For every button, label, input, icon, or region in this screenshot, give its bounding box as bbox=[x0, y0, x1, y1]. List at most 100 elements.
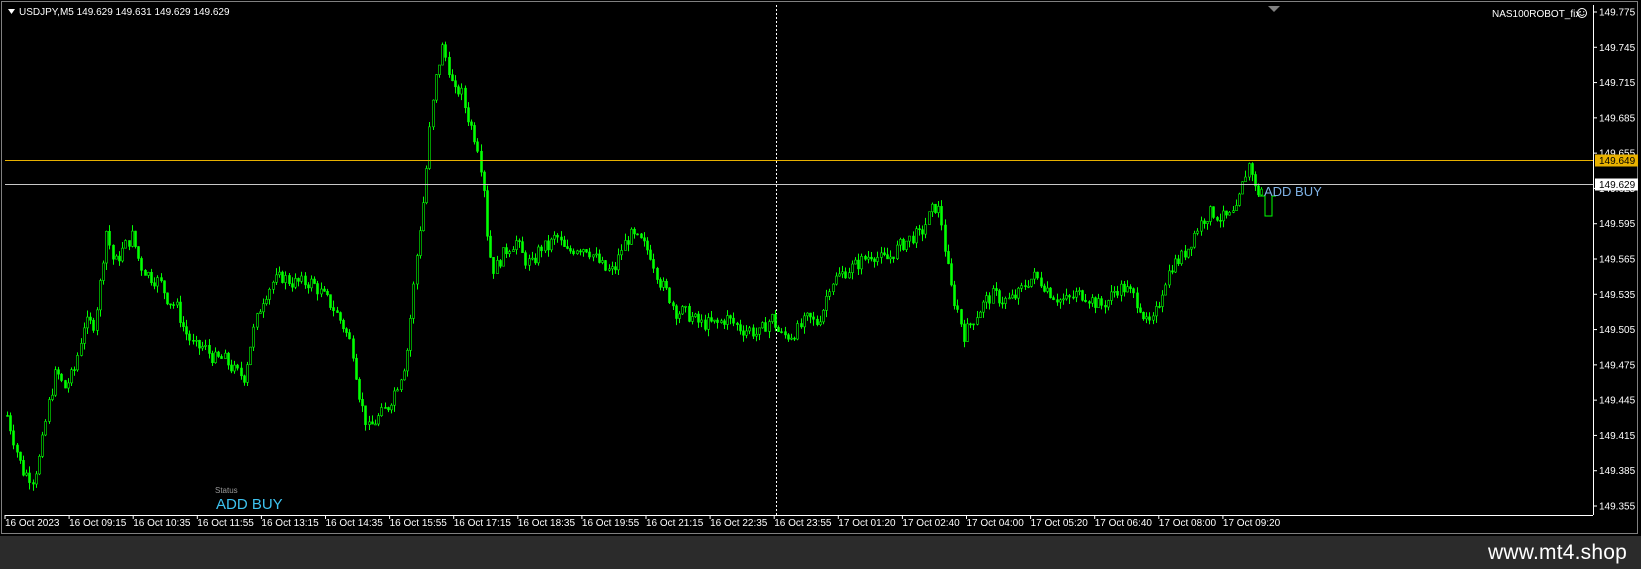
candle-body bbox=[137, 246, 140, 259]
time-label: 16 Oct 11:55 bbox=[197, 518, 254, 529]
candle-body bbox=[768, 321, 771, 332]
candle-body bbox=[1238, 193, 1241, 206]
candle-body bbox=[534, 257, 537, 264]
status-value: ADD BUY bbox=[216, 496, 283, 513]
candle-body bbox=[483, 171, 486, 191]
candle-body bbox=[966, 323, 969, 342]
candle-body bbox=[422, 202, 425, 231]
candle-body bbox=[972, 323, 975, 326]
candle-body bbox=[1046, 287, 1049, 292]
candle-body bbox=[726, 315, 729, 325]
candle-body bbox=[707, 317, 710, 330]
time-label: 16 Oct 10:35 bbox=[133, 518, 191, 529]
candle-body bbox=[870, 256, 873, 260]
time-label: 16 Oct 15:55 bbox=[390, 518, 448, 529]
candle-body bbox=[835, 275, 838, 285]
chart-shift-marker-icon[interactable] bbox=[1268, 6, 1280, 12]
candle-body bbox=[515, 240, 518, 250]
candle-body bbox=[1036, 271, 1039, 279]
candle-body bbox=[985, 295, 988, 303]
time-label: 16 Oct 09:15 bbox=[69, 518, 127, 529]
candle-body bbox=[211, 353, 214, 364]
candle-body bbox=[339, 312, 342, 321]
candle-body bbox=[355, 357, 358, 380]
candle-body bbox=[467, 107, 470, 123]
candle-body bbox=[969, 323, 972, 326]
candle-body bbox=[288, 275, 291, 284]
candle-body bbox=[627, 240, 630, 245]
candle-body bbox=[448, 57, 451, 75]
candle-body bbox=[51, 394, 54, 400]
candle-body bbox=[668, 287, 671, 303]
candle-body bbox=[678, 313, 681, 319]
chart-window[interactable]: 149.775149.745149.715149.685149.655149.6… bbox=[0, 0, 1641, 536]
candle-body bbox=[419, 230, 422, 256]
candle-body bbox=[236, 364, 239, 369]
price-chart[interactable]: 149.775149.745149.715149.685149.655149.6… bbox=[0, 0, 1641, 536]
candle-body bbox=[195, 339, 198, 342]
candle-body bbox=[297, 278, 300, 282]
candle-body bbox=[1180, 250, 1183, 265]
candle-body bbox=[1129, 286, 1132, 289]
candle-body bbox=[182, 322, 185, 327]
candle-body bbox=[380, 407, 383, 417]
candle-body bbox=[851, 263, 854, 273]
candle-body bbox=[371, 421, 374, 425]
candle-body bbox=[710, 317, 713, 322]
candle-body bbox=[620, 250, 623, 256]
candle-body bbox=[857, 259, 860, 270]
candle-body bbox=[118, 255, 121, 262]
candle-body bbox=[617, 254, 620, 271]
candle-body bbox=[720, 320, 723, 323]
candle-body bbox=[1196, 230, 1199, 234]
candle-body bbox=[774, 314, 777, 328]
candle-body bbox=[848, 272, 851, 279]
candle-body bbox=[547, 240, 550, 251]
candle-body bbox=[134, 230, 137, 247]
candle-body bbox=[675, 305, 678, 319]
candle-body bbox=[131, 230, 134, 247]
candle-body bbox=[550, 238, 553, 251]
candle-body bbox=[412, 283, 415, 319]
candle-body bbox=[928, 211, 931, 225]
time-label: 16 Oct 17:15 bbox=[454, 518, 512, 529]
candle-body bbox=[944, 224, 947, 252]
candle-body bbox=[1001, 302, 1004, 305]
candle-body bbox=[336, 310, 339, 313]
candle-body bbox=[249, 346, 252, 366]
candle-body bbox=[643, 237, 646, 242]
candle-body bbox=[681, 306, 684, 315]
time-axis-labels: 16 Oct 2023 16 Oct 09:15 16 Oct 10:35 16 Oc… bbox=[4, 515, 1281, 529]
candle-body bbox=[787, 334, 790, 340]
candle-body bbox=[780, 331, 783, 333]
symbol-info: USDJPY,M5 149.629 149.631 149.629 149.62… bbox=[19, 7, 230, 18]
candle-body bbox=[902, 239, 905, 250]
candle-body bbox=[80, 343, 83, 356]
candle-body bbox=[41, 434, 44, 457]
candle-body bbox=[598, 253, 601, 263]
candle-body bbox=[704, 319, 707, 330]
candle-body bbox=[121, 247, 124, 262]
candle-body bbox=[595, 253, 598, 256]
candle-body bbox=[44, 421, 47, 436]
candle-body bbox=[1120, 283, 1123, 296]
candle-body bbox=[432, 99, 435, 128]
candle-body bbox=[428, 126, 431, 169]
candle-body bbox=[38, 456, 41, 475]
candle-body bbox=[268, 288, 271, 300]
candle-body bbox=[1084, 299, 1087, 302]
symbol-dropdown-icon[interactable] bbox=[8, 9, 15, 14]
candle-body bbox=[492, 257, 495, 274]
candle-body bbox=[841, 271, 844, 275]
candle-body bbox=[1168, 270, 1171, 286]
candle-body bbox=[806, 312, 809, 317]
candle-body bbox=[742, 330, 745, 336]
candle-body bbox=[326, 290, 329, 295]
candle-body bbox=[886, 254, 889, 260]
candle-body bbox=[809, 312, 812, 318]
time-label: 17 Oct 04:00 bbox=[967, 518, 1025, 529]
candle-body bbox=[521, 241, 524, 253]
candle-body bbox=[185, 326, 188, 335]
candle-body bbox=[105, 231, 108, 264]
expert-advisor-name[interactable]: NAS100ROBOT_fix bbox=[1492, 9, 1580, 20]
